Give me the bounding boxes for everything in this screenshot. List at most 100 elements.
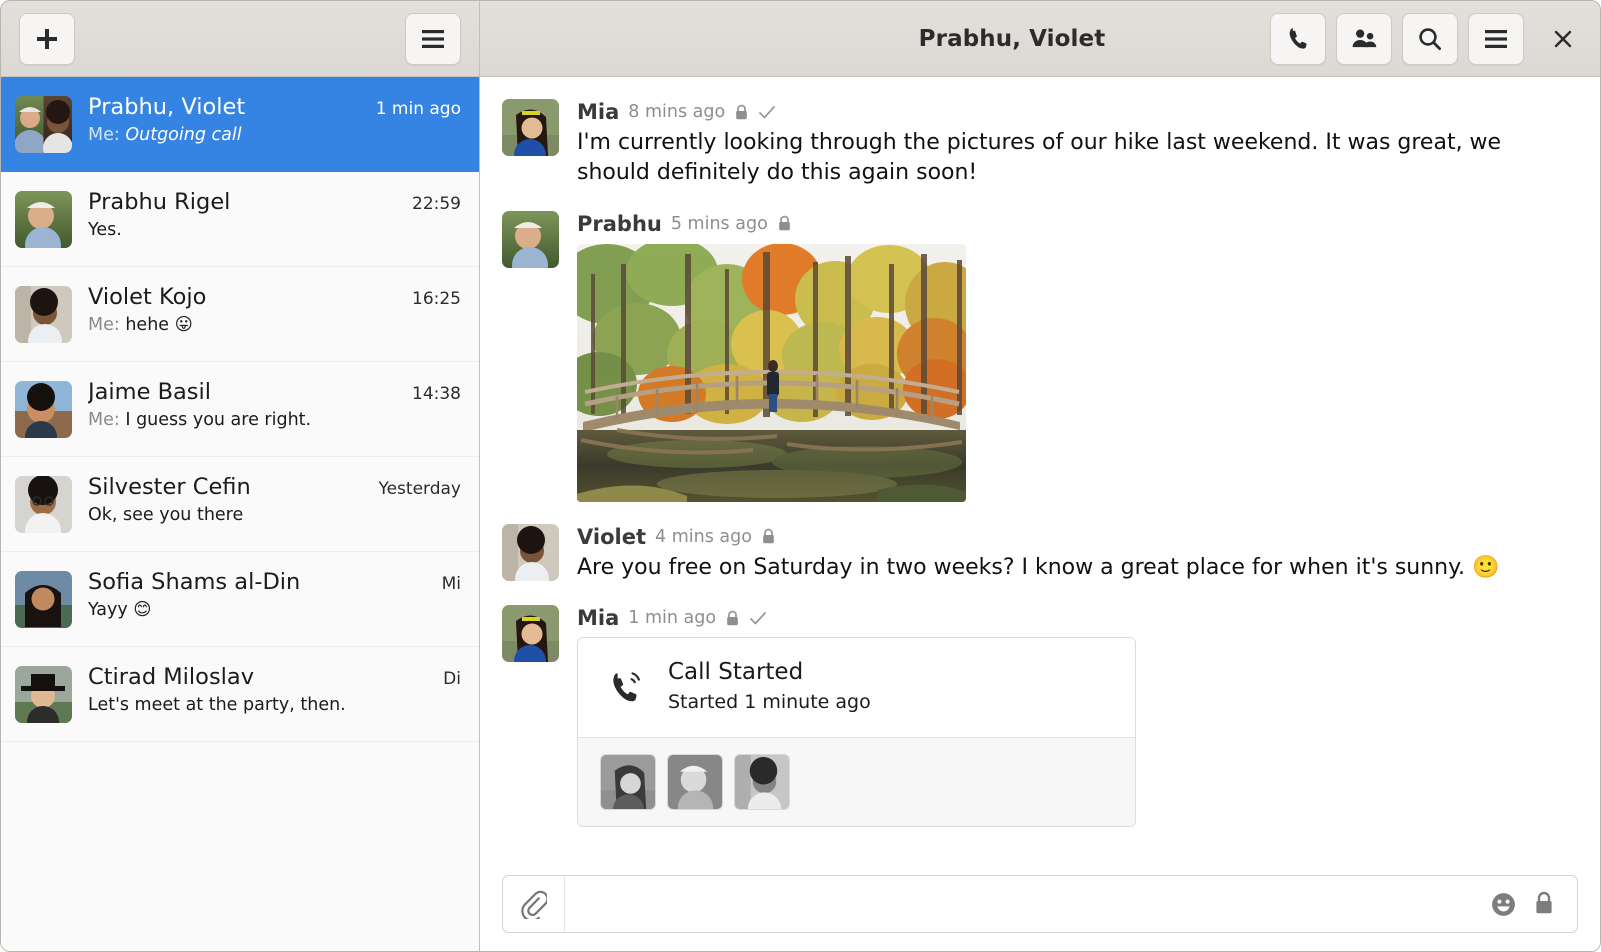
people-icon — [1351, 26, 1378, 51]
emoji-smiley-icon — [1490, 891, 1517, 918]
conversation-preview: Let's meet at the party, then. — [88, 695, 461, 715]
preview-text: Outgoing call — [125, 125, 241, 145]
avatar — [15, 571, 72, 628]
preview-text: Yes. — [88, 220, 122, 240]
message: Mia 1 min ago — [502, 605, 1576, 827]
message-time: 5 mins ago — [671, 214, 768, 234]
list-item[interactable]: Violet Kojo 16:25 Me: hehe 😛 — [1, 267, 479, 362]
avatar — [502, 524, 559, 581]
conversation-preview: Yes. — [88, 220, 461, 240]
conversation-preview: Ok, see you there — [88, 505, 461, 525]
composer — [502, 875, 1578, 933]
message-header: Violet 4 mins ago — [577, 524, 1576, 550]
preview-prefix: Me: — [88, 315, 120, 335]
call-card[interactable]: Call Started Started 1 minute ago — [577, 637, 1136, 827]
list-item-content: Prabhu Rigel 22:59 Yes. — [88, 189, 461, 240]
list-item[interactable]: Prabhu Rigel 22:59 Yes. — [1, 172, 479, 267]
list-item[interactable]: Jaime Basil 14:38 Me: I guess you are ri… — [1, 362, 479, 457]
emoji-button[interactable] — [1490, 891, 1517, 918]
list-item-content: Ctirad Miloslav Di Let's meet at the par… — [88, 664, 461, 715]
message-image-autumn-forest-footbridge-photo[interactable] — [577, 244, 966, 502]
message: Violet 4 mins ago Are you free on Saturd… — [502, 524, 1576, 583]
message-time: 8 mins ago — [628, 102, 725, 122]
message-body: Mia 8 mins ago I'm currently looking thr… — [577, 99, 1576, 189]
paperclip-icon — [521, 889, 547, 919]
composer-actions — [1480, 876, 1577, 932]
message-author: Mia — [577, 100, 619, 124]
chat-header-actions — [1270, 13, 1586, 65]
call-card-header: Call Started Started 1 minute ago — [578, 638, 1135, 738]
message-text: I'm currently looking through the pictur… — [577, 128, 1576, 189]
message-time: 4 mins ago — [655, 527, 752, 547]
message-text: Are you free on Saturday in two weeks? I… — [577, 553, 1576, 583]
lock-icon — [761, 528, 776, 545]
message: Mia 8 mins ago I'm currently looking thr… — [502, 99, 1576, 189]
list-item-content: Jaime Basil 14:38 Me: I guess you are ri… — [88, 379, 461, 430]
conversation-time: Di — [443, 669, 461, 689]
preview-text: Let's meet at the party, then. — [88, 695, 346, 715]
avatar — [15, 286, 72, 343]
search-button[interactable] — [1402, 13, 1458, 65]
list-item[interactable]: Silvester Cefin Yesterday Ok, see you th… — [1, 457, 479, 552]
participant-avatar[interactable] — [734, 754, 790, 810]
list-item[interactable]: Prabhu, Violet 1 min ago Me: Outgoing ca… — [1, 77, 479, 172]
search-icon — [1417, 26, 1443, 52]
conversation-list[interactable]: Prabhu, Violet 1 min ago Me: Outgoing ca… — [1, 77, 480, 951]
preview-text: hehe 😛 — [125, 315, 193, 335]
avatar — [502, 605, 559, 662]
message-header: Mia 1 min ago — [577, 605, 1576, 631]
composer-area — [480, 869, 1600, 951]
encryption-lock-button[interactable] — [1533, 891, 1555, 917]
close-window-button[interactable] — [1540, 13, 1586, 65]
hamburger-menu-icon — [1483, 28, 1509, 50]
call-card-subtitle: Started 1 minute ago — [668, 691, 871, 715]
avatar — [15, 476, 72, 533]
sidebar-menu-button[interactable] — [405, 13, 461, 65]
message-header: Mia 8 mins ago — [577, 99, 1576, 125]
avatar — [502, 211, 559, 268]
list-item[interactable]: Ctirad Miloslav Di Let's meet at the par… — [1, 647, 479, 742]
list-item-content: Violet Kojo 16:25 Me: hehe 😛 — [88, 284, 461, 335]
conversation-name: Sofia Shams al-Din — [88, 569, 300, 595]
avatar — [502, 99, 559, 156]
message-list[interactable]: Mia 8 mins ago I'm currently looking thr… — [480, 77, 1600, 869]
preview-prefix: Me: — [88, 410, 120, 430]
chat-menu-button[interactable] — [1468, 13, 1524, 65]
attach-button[interactable] — [503, 876, 565, 932]
list-item[interactable]: Sofia Shams al-Din Mi Yayy 😊 — [1, 552, 479, 647]
preview-text: I guess you are right. — [125, 410, 311, 430]
check-delivered-icon — [749, 610, 767, 626]
message-body: Mia 1 min ago — [577, 605, 1576, 827]
window-body: Prabhu, Violet 1 min ago Me: Outgoing ca… — [1, 77, 1600, 951]
message-body: Violet 4 mins ago Are you free on Saturd… — [577, 524, 1576, 583]
conversation-time: Yesterday — [378, 479, 461, 499]
conversation-name: Violet Kojo — [88, 284, 206, 310]
call-participants — [578, 738, 1135, 826]
message-body: Prabhu 5 mins ago — [577, 211, 1576, 502]
close-icon — [1551, 27, 1575, 51]
page-title: Prabhu, Violet — [504, 26, 1270, 52]
preview-text: Yayy 😊 — [88, 600, 152, 620]
chat-pane: Mia 8 mins ago I'm currently looking thr… — [480, 77, 1600, 951]
conversation-name: Jaime Basil — [88, 379, 211, 405]
conversation-time: 1 min ago — [376, 99, 461, 119]
preview-text: Ok, see you there — [88, 505, 243, 525]
participant-avatar[interactable] — [667, 754, 723, 810]
lock-icon — [1533, 891, 1555, 917]
preview-prefix: Me: — [88, 125, 120, 145]
avatar — [15, 381, 72, 438]
list-item-content: Sofia Shams al-Din Mi Yayy 😊 — [88, 569, 461, 620]
call-card-text: Call Started Started 1 minute ago — [668, 658, 871, 715]
lock-icon — [725, 610, 740, 627]
new-chat-button[interactable] — [19, 13, 75, 65]
header-bar: Prabhu, Violet — [1, 1, 1600, 77]
conversation-preview: Me: I guess you are right. — [88, 410, 461, 430]
message-input[interactable] — [565, 876, 1480, 932]
conversation-name: Ctirad Miloslav — [88, 664, 254, 690]
call-button[interactable] — [1270, 13, 1326, 65]
message: Prabhu 5 mins ago — [502, 211, 1576, 502]
conversation-preview: Yayy 😊 — [88, 600, 461, 620]
conversation-name: Prabhu, Violet — [88, 94, 245, 120]
add-member-button[interactable] — [1336, 13, 1392, 65]
participant-avatar[interactable] — [600, 754, 656, 810]
